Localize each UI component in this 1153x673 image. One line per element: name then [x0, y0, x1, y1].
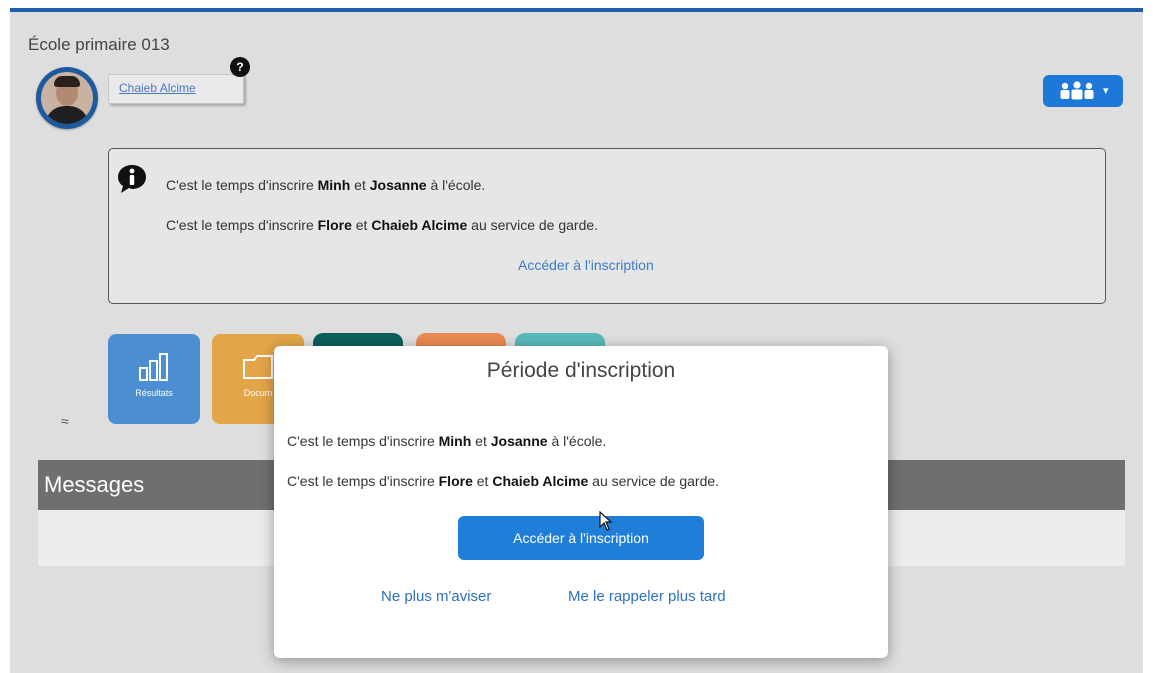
notice-text: C'est le temps d'inscrire: [166, 177, 318, 193]
child-name: Chaieb Alcime: [492, 473, 589, 489]
mouse-cursor-icon: [599, 511, 613, 531]
registration-modal: Période d'inscription C'est le temps d'i…: [274, 346, 888, 658]
modal-line-school: C'est le temps d'inscrire Minh et Josann…: [287, 433, 606, 449]
notice-line-school: C'est le temps d'inscrire Minh et Josann…: [166, 177, 485, 193]
remind-later-link[interactable]: Me le rappeler plus tard: [568, 588, 726, 605]
notice-line-daycare: C'est le temps d'inscrire Flore et Chaie…: [166, 217, 598, 233]
modal-text: au service de garde.: [588, 473, 720, 489]
modal-text: et: [471, 433, 491, 449]
avatar[interactable]: [36, 67, 98, 129]
user-name-link[interactable]: Chaieb Alcime: [119, 81, 196, 95]
child-name: Josanne: [490, 433, 548, 449]
child-name: Flore: [438, 473, 473, 489]
messages-title: Messages: [44, 472, 145, 497]
child-name: Minh: [438, 433, 472, 449]
notice-text: au service de garde.: [467, 217, 599, 233]
notice-text: et: [350, 177, 370, 193]
school-name: École primaire 013: [28, 35, 170, 54]
notice-registration-link[interactable]: Accéder à l'inscription: [518, 257, 654, 273]
modal-title: Période d'inscription: [486, 359, 676, 382]
notice-text: C'est le temps d'inscrire: [166, 217, 318, 233]
child-name: Flore: [317, 217, 352, 233]
avatar-hair: [54, 76, 80, 87]
modal-line-daycare: C'est le temps d'inscrire Flore et Chaie…: [287, 473, 719, 489]
chevron-down-icon: ▾: [1103, 85, 1109, 97]
group-menu-button[interactable]: ▾: [1043, 75, 1123, 107]
collapse-icon[interactable]: ≈: [61, 413, 69, 429]
modal-text: C'est le temps d'inscrire: [287, 433, 439, 449]
avatar-shirt: [45, 106, 89, 124]
chart-icon: [139, 353, 168, 381]
notice-text: et: [351, 217, 372, 233]
notice-text: à l'école.: [426, 177, 486, 193]
child-name: Chaieb Alcime: [371, 217, 468, 233]
child-name: Josanne: [369, 177, 427, 193]
info-icon: [118, 165, 146, 193]
folder-icon: [243, 355, 273, 379]
dismiss-link[interactable]: Ne plus m'aviser: [381, 588, 491, 605]
child-name: Minh: [317, 177, 351, 193]
avatar-photo: [41, 72, 93, 124]
user-name-chip[interactable]: Chaieb Alcime: [108, 74, 244, 104]
access-registration-button[interactable]: Accéder à l'inscription: [458, 516, 704, 560]
tile-results-label: Résultats: [135, 388, 173, 398]
group-icon: [1060, 81, 1094, 100]
modal-text: et: [472, 473, 493, 489]
tile-results[interactable]: Résultats: [108, 334, 200, 424]
help-icon[interactable]: ?: [230, 57, 250, 77]
modal-text: C'est le temps d'inscrire: [287, 473, 439, 489]
modal-text: à l'école.: [547, 433, 607, 449]
